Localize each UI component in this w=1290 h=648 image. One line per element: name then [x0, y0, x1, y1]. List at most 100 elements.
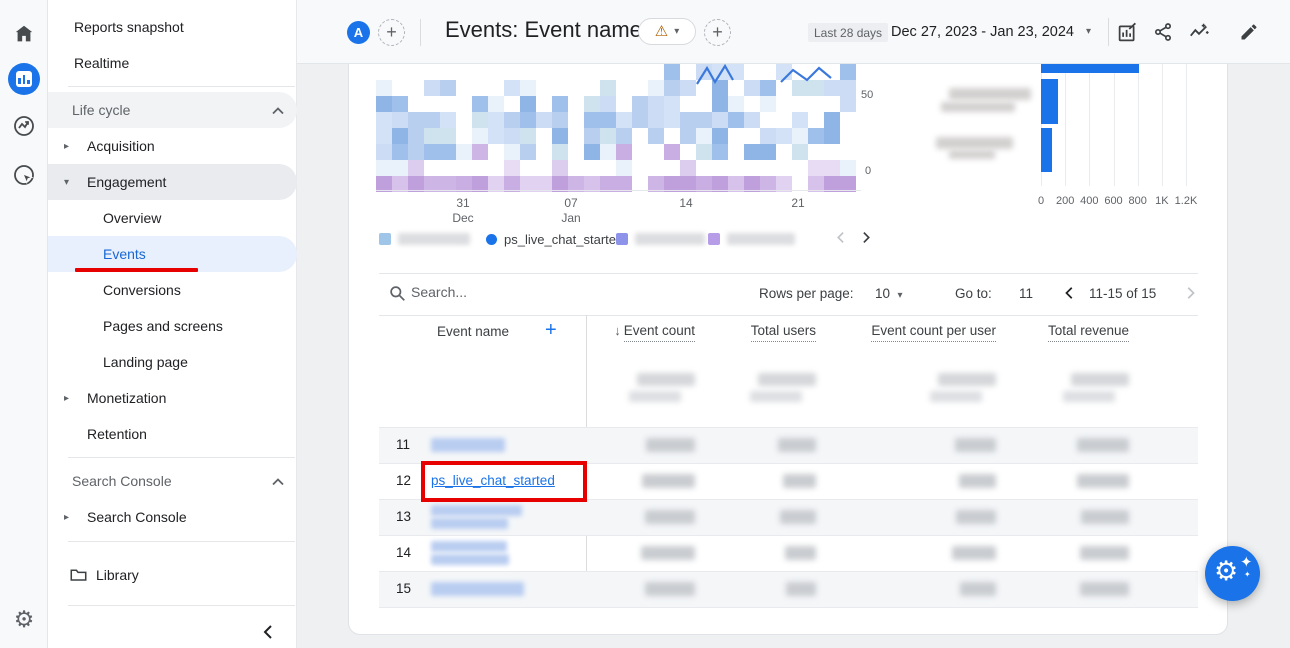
sidebar-item-search-console[interactable]: Search Console — [48, 463, 297, 499]
warning-icon: ⚠ — [655, 24, 668, 39]
row-number: 15 — [396, 581, 411, 596]
bar-x-tick-label: 600 — [1104, 194, 1122, 209]
mosaic-cell — [408, 128, 424, 144]
mosaic-cell — [392, 128, 408, 144]
collapse-sidebar-button[interactable] — [261, 624, 279, 642]
mosaic-cell — [504, 80, 520, 96]
sidebar-item-retention[interactable]: Retention — [48, 416, 297, 452]
sidebar-item-search-console[interactable]: ▸Search Console — [48, 499, 297, 535]
mosaic-cell — [600, 128, 616, 144]
legend-label: ps_live_chat_started — [504, 232, 623, 247]
mosaic-cell — [824, 160, 840, 176]
x-tick-label: 14 — [679, 196, 692, 211]
date-range-selector[interactable]: Dec 27, 2023 - Jan 23, 2024 ▾ — [891, 21, 1091, 43]
mosaic-cell — [632, 112, 648, 128]
mosaic-cell — [520, 80, 536, 96]
mosaic-cell — [728, 96, 744, 112]
home-icon[interactable] — [0, 23, 48, 45]
sidebar-item-monetization[interactable]: ▸Monetization — [48, 380, 297, 416]
legend-dot-swatch — [486, 234, 497, 245]
sidebar-item-landing-page[interactable]: Landing page — [48, 344, 297, 380]
mosaic-cell — [840, 160, 856, 176]
data-quality-dropdown[interactable]: ⚠ ▾ — [638, 18, 696, 45]
sidebar-item-realtime[interactable]: Realtime — [48, 45, 297, 81]
table-search-input[interactable] — [411, 279, 631, 305]
page-title: Events: Event name — [445, 17, 642, 43]
mosaic-cell — [488, 112, 504, 128]
nav-label: Retention — [87, 426, 147, 442]
sidebar-item-acquisition[interactable]: ▸Acquisition — [48, 128, 297, 164]
insights-fab-button[interactable]: ⚙ ✦ ✦ — [1205, 546, 1260, 601]
mosaic-cell — [440, 80, 456, 96]
explore-icon[interactable] — [0, 114, 48, 138]
account-avatar[interactable]: A — [347, 21, 370, 44]
legend-next-icon[interactable] — [859, 231, 875, 247]
top-app-bar: A + Events: Event name ⚠ ▾ + Last 28 day… — [297, 0, 1290, 64]
share-icon[interactable] — [1151, 20, 1175, 44]
mosaic-cell — [376, 96, 392, 112]
sidebar-item-conversions[interactable]: Conversions — [48, 272, 297, 308]
sidebar-item-engagement[interactable]: ▾Engagement — [48, 164, 297, 200]
edit-report-icon[interactable] — [1237, 20, 1261, 44]
nav-label: Library — [96, 567, 139, 583]
legend-item: ps_live_chat_started — [486, 230, 623, 248]
ga4-events-report: A + Events: Event name ⚠ ▾ + Last 28 day… — [0, 0, 1290, 648]
mosaic-cell — [648, 112, 664, 128]
nav-label: Events — [103, 246, 146, 262]
metric-value-redacted — [785, 546, 816, 560]
row-number: 11 — [396, 437, 410, 452]
reports-icon-active[interactable] — [0, 63, 48, 95]
goto-label: Go to: — [955, 286, 992, 301]
mosaic-cell — [376, 160, 392, 176]
line-series-peek — [689, 64, 859, 86]
x-tick-label: 31Dec — [452, 196, 473, 226]
add-comparison-button-2[interactable]: + — [704, 19, 731, 46]
event-name-redacted — [431, 541, 507, 552]
previous-page-icon[interactable] — [1063, 286, 1079, 302]
mosaic-cell — [744, 144, 760, 160]
sidebar-item-events[interactable]: Events — [48, 236, 297, 272]
mosaic-cell — [440, 112, 456, 128]
nav-label: Acquisition — [87, 138, 155, 154]
sidebar-item-reports-snapshot[interactable]: Reports snapshot — [48, 9, 297, 45]
date-preset-chip: Last 28 days — [808, 23, 888, 42]
totals-percent-redacted — [750, 391, 802, 402]
metric-value-redacted — [955, 438, 996, 452]
mosaic-cell — [712, 144, 728, 160]
goto-page-input[interactable]: 11 — [1019, 286, 1033, 301]
legend-label-redacted — [727, 233, 795, 245]
mosaic-cell — [728, 112, 744, 128]
mosaic-cell — [440, 128, 456, 144]
mosaic-cell — [664, 80, 680, 96]
metric-value-redacted — [780, 510, 816, 524]
next-page-icon-disabled[interactable] — [1183, 286, 1199, 302]
rows-per-page-select[interactable]: 10 ▾ — [875, 286, 903, 301]
mosaic-cell — [760, 128, 776, 144]
mosaic-cell — [552, 112, 568, 128]
divider — [379, 273, 1198, 274]
mosaic-cell — [520, 144, 536, 160]
insights-icon[interactable] — [1187, 20, 1211, 44]
mosaic-cell — [664, 112, 680, 128]
column-header-total-revenue[interactable]: Total revenue — [899, 323, 1129, 338]
mosaic-cell — [376, 112, 392, 128]
admin-gear-icon[interactable]: ⚙ — [0, 608, 48, 631]
table-row: 13 — [349, 499, 1228, 535]
sidebar-item-overview[interactable]: Overview — [48, 200, 297, 236]
nav-label: Engagement — [87, 174, 166, 190]
customize-chart-icon[interactable] — [1115, 20, 1139, 44]
mosaic-cell — [408, 144, 424, 160]
sidebar-item-life-cycle[interactable]: Life cycle — [48, 92, 297, 128]
x-axis-line — [376, 190, 861, 191]
legend-previous-icon[interactable] — [835, 231, 851, 247]
nav-label: Landing page — [103, 354, 188, 370]
legend-item — [616, 230, 705, 248]
mosaic-cell — [696, 144, 712, 160]
sidebar-item-library[interactable]: Library — [48, 557, 297, 593]
mosaic-cell — [600, 112, 616, 128]
add-comparison-button[interactable]: + — [378, 19, 405, 46]
advertising-icon[interactable] — [0, 163, 48, 187]
legend-item — [708, 230, 795, 248]
metric-value-redacted — [642, 474, 695, 488]
sidebar-item-pages-and-screens[interactable]: Pages and screens — [48, 308, 297, 344]
